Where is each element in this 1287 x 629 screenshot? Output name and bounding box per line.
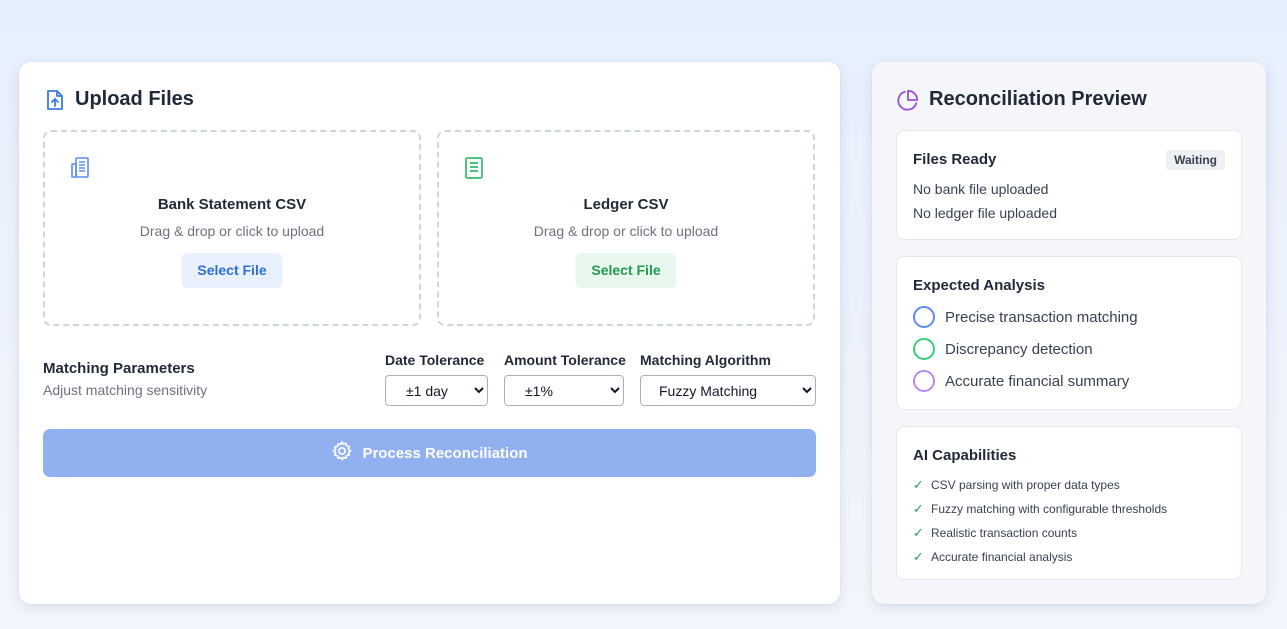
matching-algorithm-select[interactable]: Fuzzy Matching xyxy=(640,375,816,406)
upload-files-title: Upload Files xyxy=(75,88,194,110)
analysis-label: Accurate financial summary xyxy=(945,372,1130,390)
bank-file-status: No bank file uploaded xyxy=(913,181,1049,197)
matching-parameters-title: Matching Parameters xyxy=(43,360,195,377)
files-ready-panel: Files Ready Waiting No bank file uploade… xyxy=(896,130,1242,240)
checkmark-icon: ✓ xyxy=(913,501,924,516)
date-tolerance-field: Date Tolerance ±1 day xyxy=(385,352,488,406)
capability-label: Fuzzy matching with configurable thresho… xyxy=(931,502,1168,516)
select-ledger-file-button[interactable]: Select File xyxy=(575,253,677,288)
select-bank-file-button[interactable]: Select File xyxy=(181,253,283,288)
list-item: ✓ Accurate financial analysis xyxy=(913,549,1072,565)
checkmark-icon: ✓ xyxy=(913,477,924,492)
matching-parameters-subtitle: Adjust matching sensitivity xyxy=(43,382,208,398)
matching-algorithm-field: Matching Algorithm Fuzzy Matching xyxy=(640,352,816,406)
checkmark-icon: ✓ xyxy=(913,549,924,564)
circle-icon xyxy=(913,306,935,328)
amount-tolerance-label: Amount Tolerance xyxy=(504,352,626,368)
file-upload-icon xyxy=(45,89,65,111)
capability-label: Accurate financial analysis xyxy=(931,550,1073,564)
list-item: Accurate financial summary xyxy=(913,370,1129,392)
list-item: Discrepancy detection xyxy=(913,338,1093,360)
ledger-dropzone-title: Ledger CSV xyxy=(583,196,669,213)
matching-parameters-section: Matching Parameters Adjust matching sens… xyxy=(43,360,207,398)
bank-dropzone-title: Bank Statement CSV xyxy=(157,196,307,213)
analysis-label: Discrepancy detection xyxy=(945,340,1093,358)
circle-icon xyxy=(913,370,935,392)
amount-tolerance-field: Amount Tolerance ±1% xyxy=(504,352,626,406)
capability-label: Realistic transaction counts xyxy=(931,526,1078,540)
ledger-book-icon xyxy=(463,156,485,185)
capability-label: CSV parsing with proper data types xyxy=(931,478,1120,492)
ledger-dropzone-hint: Drag & drop or click to upload xyxy=(533,223,719,239)
expected-analysis-title: Expected Analysis xyxy=(913,277,1046,294)
checkmark-icon: ✓ xyxy=(913,525,924,540)
list-item: ✓ CSV parsing with proper data types xyxy=(913,477,1120,493)
gear-icon xyxy=(331,440,353,466)
bank-document-icon xyxy=(69,156,93,185)
circle-icon xyxy=(913,338,935,360)
ai-capabilities-title: AI Capabilities xyxy=(913,447,1017,464)
bank-dropzone-hint: Drag & drop or click to upload xyxy=(139,223,325,239)
upload-files-header: Upload Files xyxy=(45,88,194,111)
list-item: Precise transaction matching xyxy=(913,306,1138,328)
bank-statement-dropzone[interactable]: Bank Statement CSV Drag & drop or click … xyxy=(43,130,421,326)
upload-card: Upload Files Bank Statement CSV Drag & d… xyxy=(19,62,840,604)
list-item: ✓ Fuzzy matching with configurable thres… xyxy=(913,501,1167,517)
list-item: ✓ Realistic transaction counts xyxy=(913,525,1077,541)
reconciliation-preview-title: Reconciliation Preview xyxy=(929,88,1147,110)
expected-analysis-panel: Expected Analysis Precise transaction ma… xyxy=(896,256,1242,410)
ledger-file-status: No ledger file uploaded xyxy=(913,205,1057,221)
date-tolerance-label: Date Tolerance xyxy=(385,352,485,368)
files-ready-title: Files Ready xyxy=(913,151,997,168)
analysis-label: Precise transaction matching xyxy=(945,308,1138,326)
matching-algorithm-label: Matching Algorithm xyxy=(640,352,771,368)
date-tolerance-select[interactable]: ±1 day xyxy=(385,375,488,406)
process-reconciliation-button[interactable]: Process Reconciliation xyxy=(43,429,816,477)
reconciliation-preview-header: Reconciliation Preview xyxy=(897,88,1147,111)
pie-chart-icon xyxy=(897,89,919,111)
amount-tolerance-select[interactable]: ±1% xyxy=(504,375,624,406)
ledger-dropzone[interactable]: Ledger CSV Drag & drop or click to uploa… xyxy=(437,130,815,326)
ai-capabilities-panel: AI Capabilities ✓ CSV parsing with prope… xyxy=(896,426,1242,580)
reconciliation-preview-card: Reconciliation Preview Files Ready Waiti… xyxy=(872,62,1266,604)
status-badge: Waiting xyxy=(1166,150,1225,170)
process-button-label: Process Reconciliation xyxy=(362,444,528,462)
